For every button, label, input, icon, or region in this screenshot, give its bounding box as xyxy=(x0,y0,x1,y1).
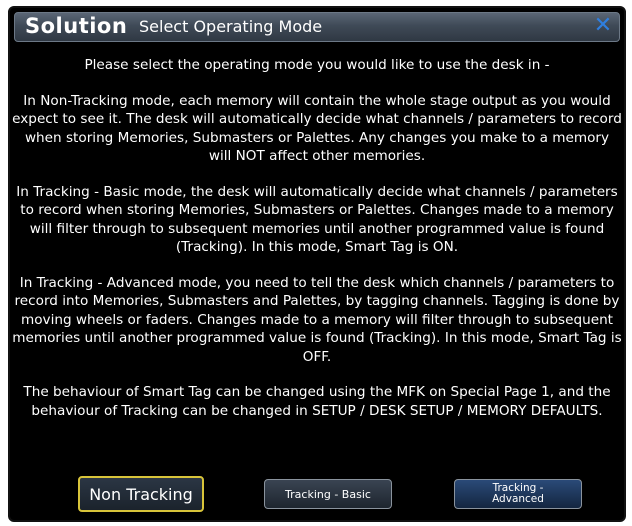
intro-text: Please select the operating mode you wou… xyxy=(84,57,550,73)
close-icon[interactable]: ✕ xyxy=(591,14,615,38)
tracking-basic-button[interactable]: Tracking - Basic xyxy=(264,479,392,509)
brand-logo: Solution xyxy=(25,14,128,38)
title-bar: Solution Select Operating Mode ✕ xyxy=(14,12,620,42)
non-tracking-button-label: Non Tracking xyxy=(89,484,193,504)
dialog-title: Select Operating Mode xyxy=(139,17,323,36)
non-tracking-description: In Non-Tracking mode, each memory will c… xyxy=(12,92,622,165)
select-operating-mode-dialog: Solution Select Operating Mode ✕ Please … xyxy=(8,6,626,522)
tracking-advanced-button-label-line2: Advanced xyxy=(492,493,544,505)
dialog-body: Please select the operating mode you wou… xyxy=(10,56,624,437)
button-row: Non Tracking Tracking - Basic Tracking -… xyxy=(10,476,624,516)
tracking-basic-description: In Tracking - Basic mode, the desk will … xyxy=(16,183,618,256)
non-tracking-button[interactable]: Non Tracking xyxy=(78,476,204,512)
tracking-advanced-description: In Tracking - Advanced mode, you need to… xyxy=(12,274,622,365)
tracking-basic-button-label: Tracking - Basic xyxy=(285,487,371,501)
tracking-advanced-button[interactable]: Tracking - Advanced xyxy=(454,479,582,509)
footer-note: The behaviour of Smart Tag can be change… xyxy=(23,384,611,419)
